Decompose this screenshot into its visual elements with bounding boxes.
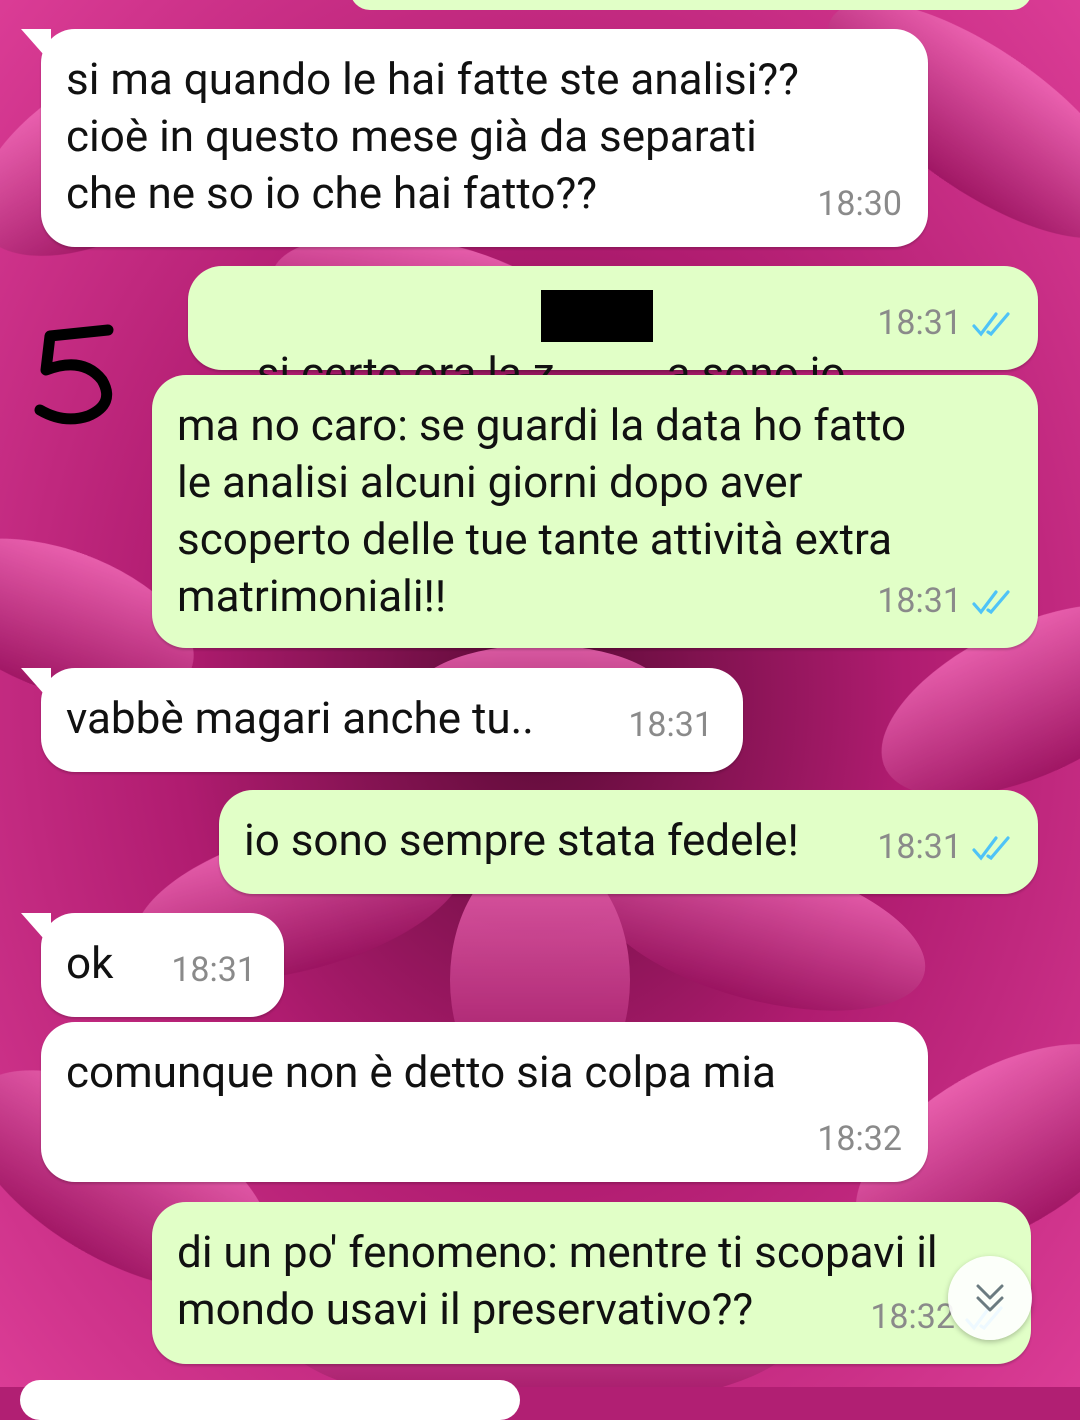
message-text: io sono sempre stata fedele!	[244, 814, 799, 866]
message-time: 18:31	[877, 581, 962, 621]
previous-message-bubble-edge	[350, 0, 1032, 10]
double-check-icon	[972, 835, 1010, 861]
message-incoming[interactable]: vabbè magari anche tu.. 18:31	[21, 668, 743, 772]
message-time: 18:31	[877, 827, 962, 867]
next-message-bubble-edge	[20, 1380, 520, 1420]
message-time: 18:31	[628, 705, 713, 745]
message-text: si ma quando le hai fatte ste analisi?? …	[66, 53, 799, 219]
message-time: 18:31	[877, 303, 962, 343]
message-outgoing[interactable]: io sono sempre stata fedele! 18:31	[219, 790, 1038, 894]
scroll-to-bottom-button[interactable]	[948, 1256, 1032, 1340]
message-incoming[interactable]: si ma quando le hai fatte ste analisi?? …	[21, 29, 928, 247]
message-incoming[interactable]: ok 18:31	[21, 913, 284, 1017]
message-outgoing[interactable]: di un po' fenomeno: mentre ti scopavi il…	[152, 1202, 1031, 1364]
message-incoming[interactable]: comunque non è detto sia colpa mia 18:32	[41, 1022, 928, 1182]
double-check-icon	[972, 311, 1010, 337]
message-text: comunque non è detto sia colpa mia	[66, 1046, 776, 1098]
message-text: vabbè magari anche tu..	[66, 692, 534, 744]
double-check-icon	[972, 589, 1010, 615]
chevron-double-down-icon	[976, 1284, 1004, 1312]
message-time: 18:32	[870, 1297, 955, 1337]
handwritten-five-annotation	[34, 324, 114, 425]
message-time: 18:30	[817, 184, 902, 224]
message-text: ok	[66, 937, 114, 989]
message-text: di un po' fenomeno: mentre ti scopavi il…	[177, 1226, 938, 1335]
message-time: 18:32	[817, 1119, 902, 1159]
message-time: 18:31	[171, 950, 256, 990]
message-outgoing[interactable]: ma no caro: se guardi la data ho fatto l…	[152, 375, 1038, 648]
message-text: ma no caro: se guardi la data ho fatto l…	[177, 399, 907, 622]
redaction-box	[541, 290, 653, 342]
